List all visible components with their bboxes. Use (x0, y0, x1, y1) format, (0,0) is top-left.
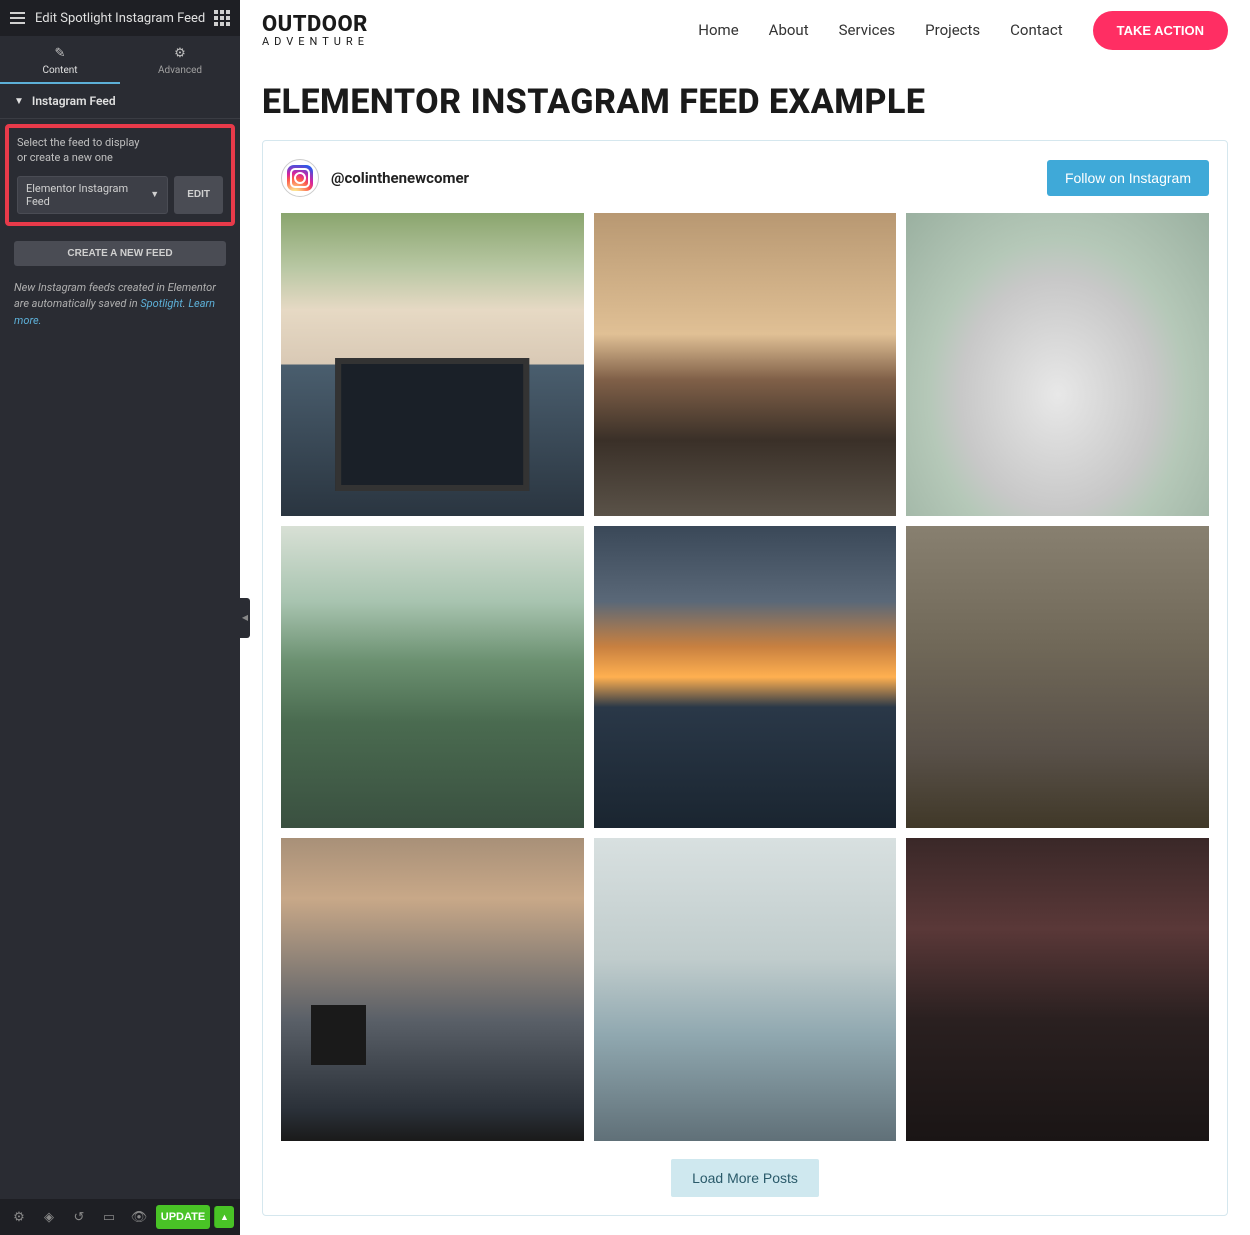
feed-tile[interactable] (594, 526, 897, 829)
instagram-username[interactable]: @colinthenewcomer (331, 169, 469, 187)
tab-content[interactable]: ✎ Content (0, 36, 120, 84)
preview-canvas: OUTDOOR ADVENTURE Home About Services Pr… (240, 0, 1250, 1235)
section-instagram-feed[interactable]: ▼ Instagram Feed (0, 84, 240, 119)
nav-services[interactable]: Services (839, 21, 896, 39)
main-nav: Home About Services Projects Contact TAK… (698, 11, 1228, 50)
update-options-button[interactable]: ▲ (214, 1206, 234, 1228)
hamburger-icon[interactable] (10, 12, 25, 24)
feed-tile[interactable] (906, 838, 1209, 1141)
instagram-feed-widget: @colinthenewcomer Follow on Instagram Lo… (262, 140, 1228, 1216)
feed-tile[interactable] (281, 838, 584, 1141)
sidebar-header: Edit Spotlight Instagram Feed (0, 0, 240, 36)
collapse-sidebar-handle[interactable]: ◀ (240, 598, 250, 638)
tab-advanced-label: Advanced (158, 65, 202, 76)
section-label: Instagram Feed (32, 94, 116, 108)
feed-tile[interactable] (281, 213, 584, 516)
navigator-icon[interactable]: ◈ (36, 1205, 62, 1229)
site-header: OUTDOOR ADVENTURE Home About Services Pr… (240, 0, 1250, 60)
feed-header: @colinthenewcomer Follow on Instagram (281, 159, 1209, 197)
settings-icon[interactable]: ⚙ (6, 1205, 32, 1229)
spotlight-link[interactable]: Spotlight (140, 297, 182, 310)
highlighted-feed-select: Select the feed to display or create a n… (5, 124, 235, 226)
take-action-button[interactable]: TAKE ACTION (1093, 11, 1228, 50)
load-more-button[interactable]: Load More Posts (671, 1159, 819, 1197)
preview-icon[interactable]: 👁 (126, 1205, 152, 1229)
sidebar-tabs: ✎ Content ⚙ Advanced (0, 36, 240, 84)
dropdown-value: Elementor Instagram Feed (26, 182, 150, 208)
feed-tile[interactable] (281, 526, 584, 829)
gear-icon: ⚙ (120, 46, 240, 61)
help-text: Select the feed to display or create a n… (17, 136, 223, 166)
feed-tile[interactable] (594, 838, 897, 1141)
responsive-icon[interactable]: ▭ (96, 1205, 122, 1229)
pencil-icon: ✎ (0, 46, 120, 61)
brand-name: OUTDOOR (262, 14, 369, 36)
page-body: ELEMENTOR INSTAGRAM FEED EXAMPLE @colint… (240, 60, 1250, 1235)
tab-content-label: Content (42, 65, 77, 76)
nav-contact[interactable]: Contact (1010, 21, 1062, 39)
widgets-grid-icon[interactable] (214, 10, 230, 26)
page-title: ELEMENTOR INSTAGRAM FEED EXAMPLE (262, 82, 1228, 122)
nav-about[interactable]: About (769, 21, 809, 39)
feed-tile[interactable] (594, 213, 897, 516)
brand-tagline: ADVENTURE (262, 36, 369, 47)
instagram-icon (287, 165, 313, 191)
feed-tile[interactable] (906, 526, 1209, 829)
caret-down-icon: ▼ (14, 96, 24, 107)
feed-dropdown[interactable]: Elementor Instagram Feed ▼ (17, 176, 168, 214)
tab-advanced[interactable]: ⚙ Advanced (120, 36, 240, 84)
feed-grid (281, 213, 1209, 1141)
nav-home[interactable]: Home (698, 21, 738, 39)
edit-feed-button[interactable]: EDIT (174, 176, 223, 214)
sidebar-title: Edit Spotlight Instagram Feed (35, 11, 205, 26)
instagram-avatar[interactable] (281, 159, 319, 197)
sidebar-footer: ⚙ ◈ ↺ ▭ 👁 UPDATE ▲ (0, 1199, 240, 1235)
nav-projects[interactable]: Projects (925, 21, 980, 39)
history-icon[interactable]: ↺ (66, 1205, 92, 1229)
caret-down-icon: ▼ (150, 189, 159, 200)
create-new-feed-button[interactable]: CREATE A NEW FEED (14, 241, 226, 266)
elementor-sidebar: Edit Spotlight Instagram Feed ✎ Content … (0, 0, 240, 1235)
info-text: New Instagram feeds created in Elementor… (0, 274, 240, 336)
follow-button[interactable]: Follow on Instagram (1047, 160, 1209, 196)
feed-user: @colinthenewcomer (281, 159, 469, 197)
feed-tile[interactable] (906, 213, 1209, 516)
update-button[interactable]: UPDATE (156, 1205, 210, 1229)
site-logo[interactable]: OUTDOOR ADVENTURE (262, 14, 369, 47)
